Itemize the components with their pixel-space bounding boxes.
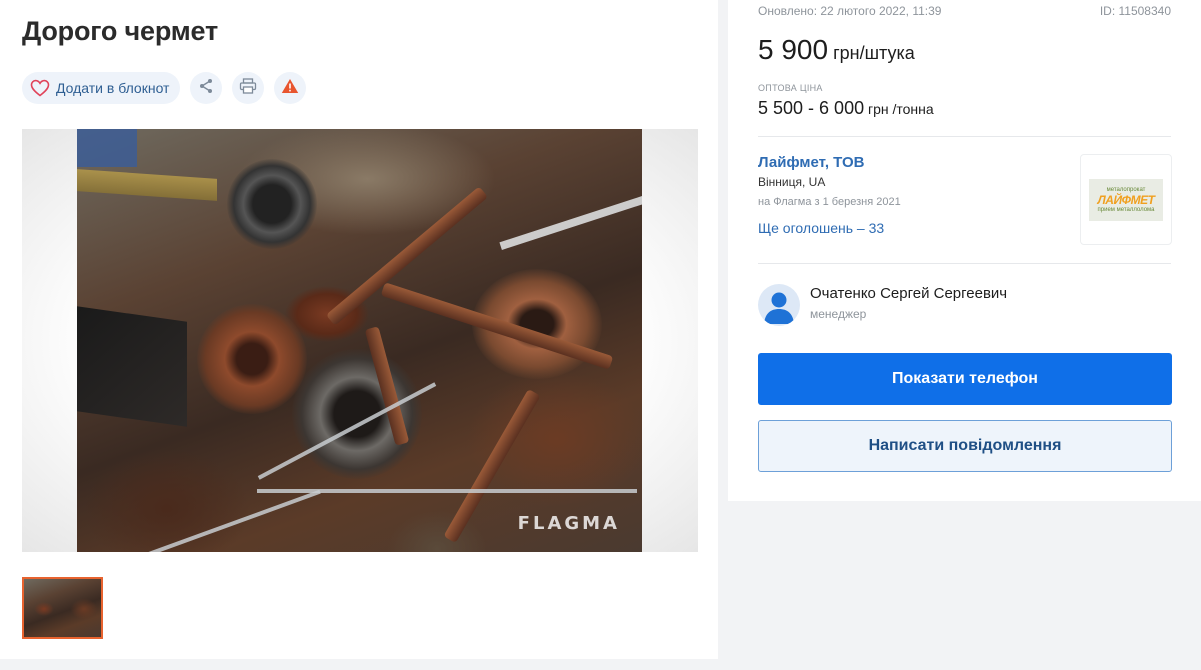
scrap-metal-photo: FLAGMA [77, 129, 642, 552]
logo-main-text: ЛАЙФМЕТ [1097, 192, 1155, 207]
add-to-notebook-button[interactable]: Додати в блокнот [22, 72, 181, 104]
warning-icon [281, 78, 299, 99]
wholesale-unit: грн /тонна [864, 101, 934, 117]
action-bar: Додати в блокнот [22, 72, 307, 104]
photo-thumbnail[interactable] [22, 577, 103, 639]
price: 5 900 грн/штука [758, 34, 915, 66]
manager-role: менеджер [810, 307, 867, 321]
manager-name: Очатенко Сергей Сергеевич [810, 285, 1008, 302]
price-value: 5 900 [758, 34, 829, 65]
company-name-link[interactable]: Лайфмет, ТОВ [758, 154, 864, 171]
photo-watermark: FLAGMA [517, 513, 620, 534]
divider [758, 136, 1171, 137]
updated-date: Оновлено: 22 лютого 2022, 11:39 [758, 4, 942, 18]
show-phone-button[interactable]: Показати телефон [758, 353, 1172, 405]
meta-row: Оновлено: 22 лютого 2022, 11:39 ID: 1150… [758, 4, 1171, 18]
avatar [758, 284, 800, 326]
listing-panel: Дорого чермет Додати в блокнот FLAGMA [0, 0, 718, 659]
listing-id: ID: 11508340 [1099, 4, 1171, 18]
sidebar: Оновлено: 22 лютого 2022, 11:39 ID: 1150… [728, 0, 1201, 501]
share-button[interactable] [190, 72, 223, 104]
print-icon [239, 77, 257, 99]
print-button[interactable] [232, 72, 265, 104]
company-logo[interactable]: металопрокат ЛАЙФМЕТ прием металлолома [1080, 154, 1172, 245]
company-since: на Флагма з 1 березня 2021 [758, 196, 901, 208]
company-logo-image: металопрокат ЛАЙФМЕТ прием металлолома [1089, 178, 1163, 221]
price-unit: грн/штука [828, 43, 915, 63]
more-ads-link[interactable]: Ще оголошень – 33 [758, 220, 884, 236]
report-button[interactable] [274, 72, 307, 104]
add-to-notebook-label: Додати в блокнот [56, 80, 170, 96]
page-title: Дорого чермет [22, 16, 219, 46]
write-message-button[interactable]: Написати повідомлення [758, 420, 1172, 472]
heart-icon [30, 79, 50, 97]
company-city: Вінниця, UA [758, 175, 826, 189]
user-icon [764, 292, 794, 324]
wholesale-value: 5 500 - 6 000 [758, 98, 865, 118]
wholesale-price: 5 500 - 6 000 грн /тонна [758, 98, 934, 119]
logo-bottom-text: прием металлолома [1097, 206, 1155, 213]
main-photo[interactable]: FLAGMA [22, 129, 698, 552]
wholesale-label: Оптова ціна [758, 83, 823, 93]
divider [758, 263, 1171, 264]
share-icon [198, 78, 214, 99]
